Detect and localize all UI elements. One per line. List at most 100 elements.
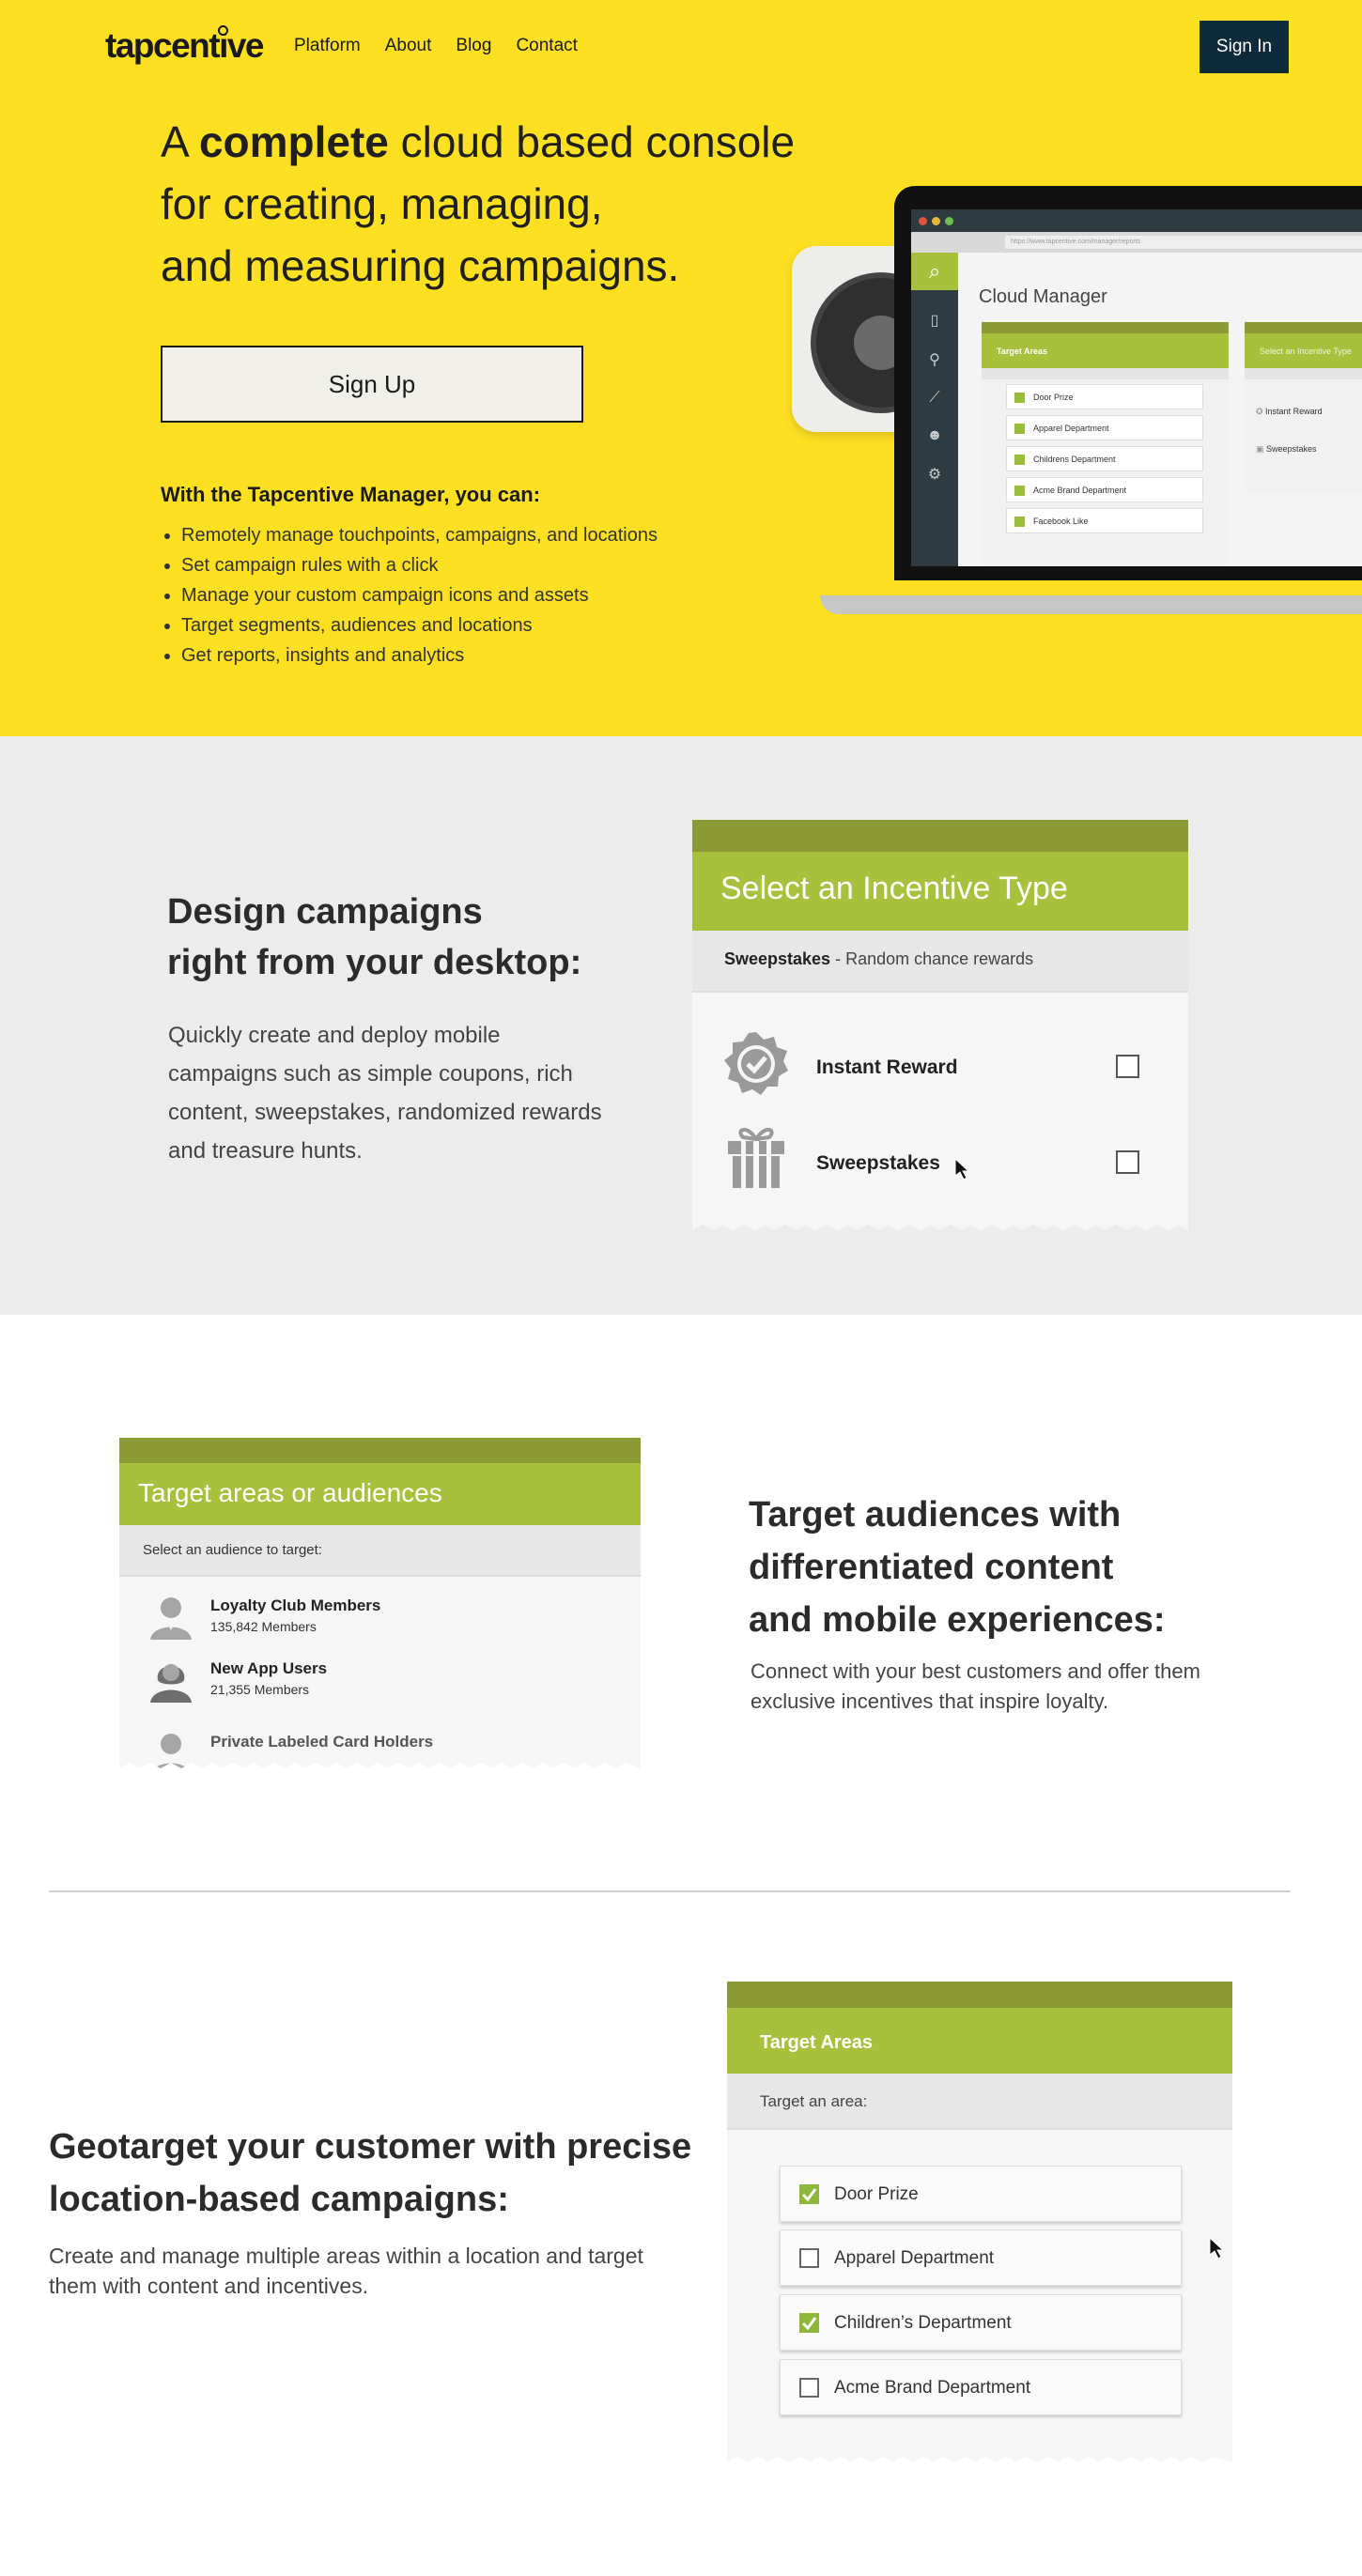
chart-icon: ⟋ <box>929 390 940 406</box>
target-areas-subtitle: Target an area: <box>727 2074 1232 2130</box>
maximize-dot-icon <box>945 217 953 225</box>
sign-up-button[interactable]: Sign Up <box>161 346 583 423</box>
geo-title-line2: location-based campaigns: <box>49 2180 509 2219</box>
audiences-title: Target audiences with differentiated cont… <box>749 1489 1275 1646</box>
gift-icon: ▣ <box>1256 444 1267 454</box>
audiences-card-subtitle: Select an audience to target: <box>119 1525 641 1577</box>
incentive-type-card: Select an Incentive Type Sweepstakes - R… <box>692 820 1188 1238</box>
incentive-row-label: Instant Reward <box>816 1057 958 1078</box>
nav-contact[interactable]: Contact <box>516 36 577 56</box>
geo-title-line1: Geotarget your customer with precise <box>49 2127 692 2167</box>
area-label: Apparel Department <box>834 2248 995 2268</box>
checkbox-empty-icon[interactable] <box>799 2248 819 2268</box>
panel-top-bar <box>1245 322 1362 333</box>
design-title-line2: right from your desktop: <box>167 943 582 982</box>
mini-area-item: Acme Brand Department <box>1006 477 1203 502</box>
phone-icon: ▯ <box>930 313 939 329</box>
nav-about[interactable]: About <box>385 36 432 56</box>
target-areas-title: Target Areas <box>727 2008 1232 2074</box>
mini-target-areas-panel: Target Areas Door Prize Apparel Departme… <box>982 322 1229 566</box>
incentive-card-subtitle: Sweepstakes - Random chance rewards <box>692 931 1188 993</box>
checkbox-checked-icon[interactable] <box>799 2313 819 2333</box>
audience-row-new-app-users[interactable]: New App Users 21,355 Members <box>119 1656 641 1718</box>
area-door-prize[interactable]: Door Prize <box>780 2166 1182 2222</box>
feature-item: Get reports, insights and analytics <box>181 640 658 671</box>
feature-item: Set campaign rules with a click <box>181 550 658 580</box>
incentive-row-instant-reward[interactable]: Instant Reward <box>692 1030 1188 1115</box>
checkbox-empty-icon[interactable] <box>799 2378 819 2398</box>
logo-dot-icon <box>218 25 228 36</box>
hero-title-line2: for creating, managing, <box>161 179 603 228</box>
audience-name: Loyalty Club Members <box>210 1597 381 1614</box>
design-title-line1: Design campaigns <box>167 892 483 932</box>
checkbox-checked-icon[interactable] <box>799 2184 819 2204</box>
design-body: Quickly create and deploy mobile campaig… <box>168 1023 602 1164</box>
app-title: Cloud Manager <box>979 286 1107 307</box>
mini-incentive-label: Sweepstakes <box>1266 444 1317 454</box>
mini-area-label: Acme Brand Department <box>1033 486 1127 495</box>
check-icon <box>1014 424 1025 434</box>
area-childrens[interactable]: Children’s Department <box>780 2294 1182 2351</box>
check-icon <box>1014 393 1025 403</box>
badge-icon: ✪ <box>1256 407 1266 416</box>
male-user-icon <box>150 1597 192 1640</box>
geo-title: Geotarget your customer with precise loca… <box>49 2121 706 2226</box>
hero-section: tapcentive Platform About Blog Contact S… <box>0 0 1362 736</box>
nav-platform[interactable]: Platform <box>294 36 361 56</box>
app-sidebar: ⌕ ▯ ⚲ ⟋ ☻ ⚙ <box>911 253 958 566</box>
mouse-cursor-icon <box>954 1158 970 1180</box>
card-top-bar <box>119 1438 641 1463</box>
mini-panel-title: Target Areas <box>982 333 1229 368</box>
torn-edge <box>692 1225 1188 1238</box>
audience-name: New App Users <box>210 1659 328 1677</box>
gear-icon: ⚙ <box>927 467 942 483</box>
check-icon <box>1014 517 1025 527</box>
audiences-title-line2: differentiated content <box>749 1548 1114 1587</box>
nav-blog[interactable]: Blog <box>456 36 491 56</box>
incentive-row-sweepstakes[interactable]: Sweepstakes <box>692 1126 1188 1211</box>
features-title: With the Tapcentive Manager, you can: <box>161 483 541 506</box>
mini-incentive-panel: Select an Incentive Type ✪ Instant Rewar… <box>1245 322 1362 491</box>
incentive-row-label: Sweepstakes <box>816 1152 940 1174</box>
laptop-base <box>820 595 1362 614</box>
search-icon: ⌕ <box>911 253 958 290</box>
laptop-screen: https://www.tapcentive.com/manager/repor… <box>911 209 1362 566</box>
panel-top-bar <box>982 322 1229 333</box>
feature-item: Target segments, audiences and locations <box>181 610 658 640</box>
check-icon <box>1014 455 1025 465</box>
hero-title-pre: A <box>161 117 199 166</box>
design-title: Design campaigns right from your desktop: <box>167 887 637 988</box>
instant-reward-checkbox[interactable] <box>1116 1055 1139 1078</box>
mini-incentive-item: ▣ Sweepstakes <box>1256 444 1317 455</box>
features-list: Remotely manage touchpoints, campaigns, … <box>181 520 658 671</box>
logo[interactable]: tapcentive <box>105 26 265 66</box>
check-icon <box>1014 486 1025 496</box>
female-user-icon <box>150 1664 192 1703</box>
hero-title-line3: and measuring campaigns. <box>161 241 680 290</box>
mini-area-label: Facebook Like <box>1033 517 1089 526</box>
audiences-section: Target areas or audiences Select an audi… <box>0 1315 1362 1897</box>
mini-area-label: Childrens Department <box>1033 455 1116 464</box>
gift-icon <box>728 1128 784 1188</box>
area-apparel[interactable]: Apparel Department <box>780 2229 1182 2286</box>
mini-panel2-sub <box>1245 368 1362 379</box>
area-acme-brand[interactable]: Acme Brand Department <box>780 2359 1182 2415</box>
mini-area-label: Apparel Department <box>1033 424 1109 433</box>
audience-row-loyalty[interactable]: Loyalty Club Members 135,842 Members <box>119 1593 641 1655</box>
audiences-card-title: Target areas or audiences <box>119 1463 641 1525</box>
incentive-sub-bold: Sweepstakes <box>724 949 831 968</box>
torn-edge <box>727 2457 1232 2470</box>
sign-in-button[interactable]: Sign In <box>1199 21 1289 73</box>
sweepstakes-checkbox[interactable] <box>1116 1150 1139 1174</box>
audience-count: 21,355 Members <box>210 1682 310 1697</box>
badge-check-icon <box>724 1032 788 1095</box>
torn-edge <box>119 1763 641 1776</box>
mini-incentive-label: Instant Reward <box>1265 407 1323 416</box>
target-areas-card: Target Areas Target an area: Door Prize … <box>727 1982 1232 2470</box>
location-pin-icon: ⚲ <box>929 352 940 368</box>
audiences-title-line1: Target audiences with <box>749 1495 1122 1535</box>
design-section: Design campaigns right from your desktop:… <box>0 736 1362 1315</box>
audiences-title-line3: and mobile experiences: <box>749 1600 1166 1640</box>
browser-url-bar: https://www.tapcentive.com/manager/repor… <box>911 232 1362 253</box>
hero-title: A complete cloud based console for creati… <box>161 111 837 297</box>
